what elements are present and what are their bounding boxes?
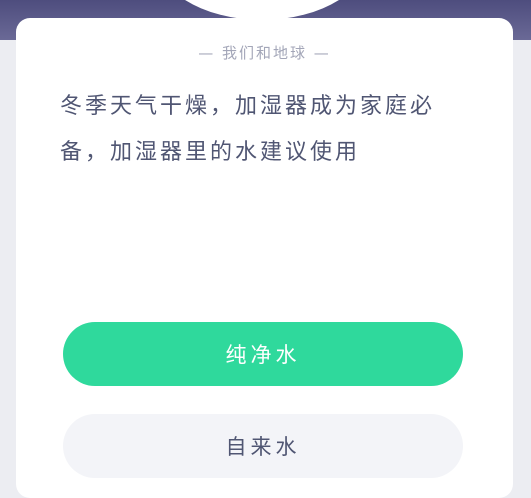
answer-option-1-button[interactable]: 纯净水 (63, 322, 463, 386)
quiz-card: — 我们和地球 — 冬季天气干燥，加湿器成为家庭必备，加湿器里的水建议使用 纯净… (16, 18, 513, 498)
answer-option-2-button[interactable]: 自来水 (63, 414, 463, 478)
quiz-category-label: — 我们和地球 — (198, 44, 331, 62)
question-text: 冬季天气干燥，加湿器成为家庭必备，加湿器里的水建议使用 (60, 94, 436, 165)
